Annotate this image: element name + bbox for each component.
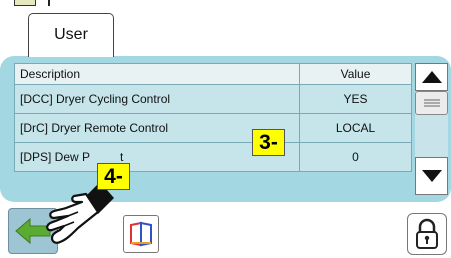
step-4-callout: 4-	[97, 163, 130, 190]
table-header: Description Value	[14, 63, 412, 85]
frame-view-button[interactable]	[123, 215, 159, 253]
colored-frame-icon	[130, 221, 152, 247]
lock-button[interactable]	[407, 213, 447, 255]
row-description: [DCC] Dryer Cycling Control	[14, 84, 300, 114]
scroll-down-button[interactable]	[415, 157, 448, 195]
row-value[interactable]: YES	[299, 84, 412, 114]
parameter-table: Description Value [DCC] Dryer Cycling Co…	[14, 63, 412, 172]
top-arrow-icon	[48, 0, 50, 6]
triangle-down-icon	[421, 170, 442, 182]
tab-user[interactable]: User	[28, 13, 114, 57]
table-row[interactable]: [DCC] Dryer Cycling Control YES	[14, 84, 412, 114]
table-row[interactable]: [DrC] Dryer Remote Control LOCAL	[14, 113, 412, 143]
column-header-value: Value	[299, 63, 412, 85]
row-description-start: [DPS] Dew P	[20, 150, 91, 164]
row-value[interactable]: LOCAL	[299, 113, 412, 143]
row-description-end: t	[120, 150, 124, 164]
step-3-callout: 3-	[252, 129, 285, 156]
grip-lines-icon	[423, 99, 440, 107]
scroll-up-button[interactable]	[415, 63, 448, 91]
padlock-icon	[416, 218, 438, 249]
column-header-description: Description	[14, 63, 300, 85]
top-indicator	[14, 0, 36, 6]
tab-user-label: User	[54, 25, 88, 43]
row-value[interactable]: 0	[299, 142, 412, 172]
scroll-thumb[interactable]	[415, 91, 448, 115]
triangle-up-icon	[421, 71, 442, 83]
